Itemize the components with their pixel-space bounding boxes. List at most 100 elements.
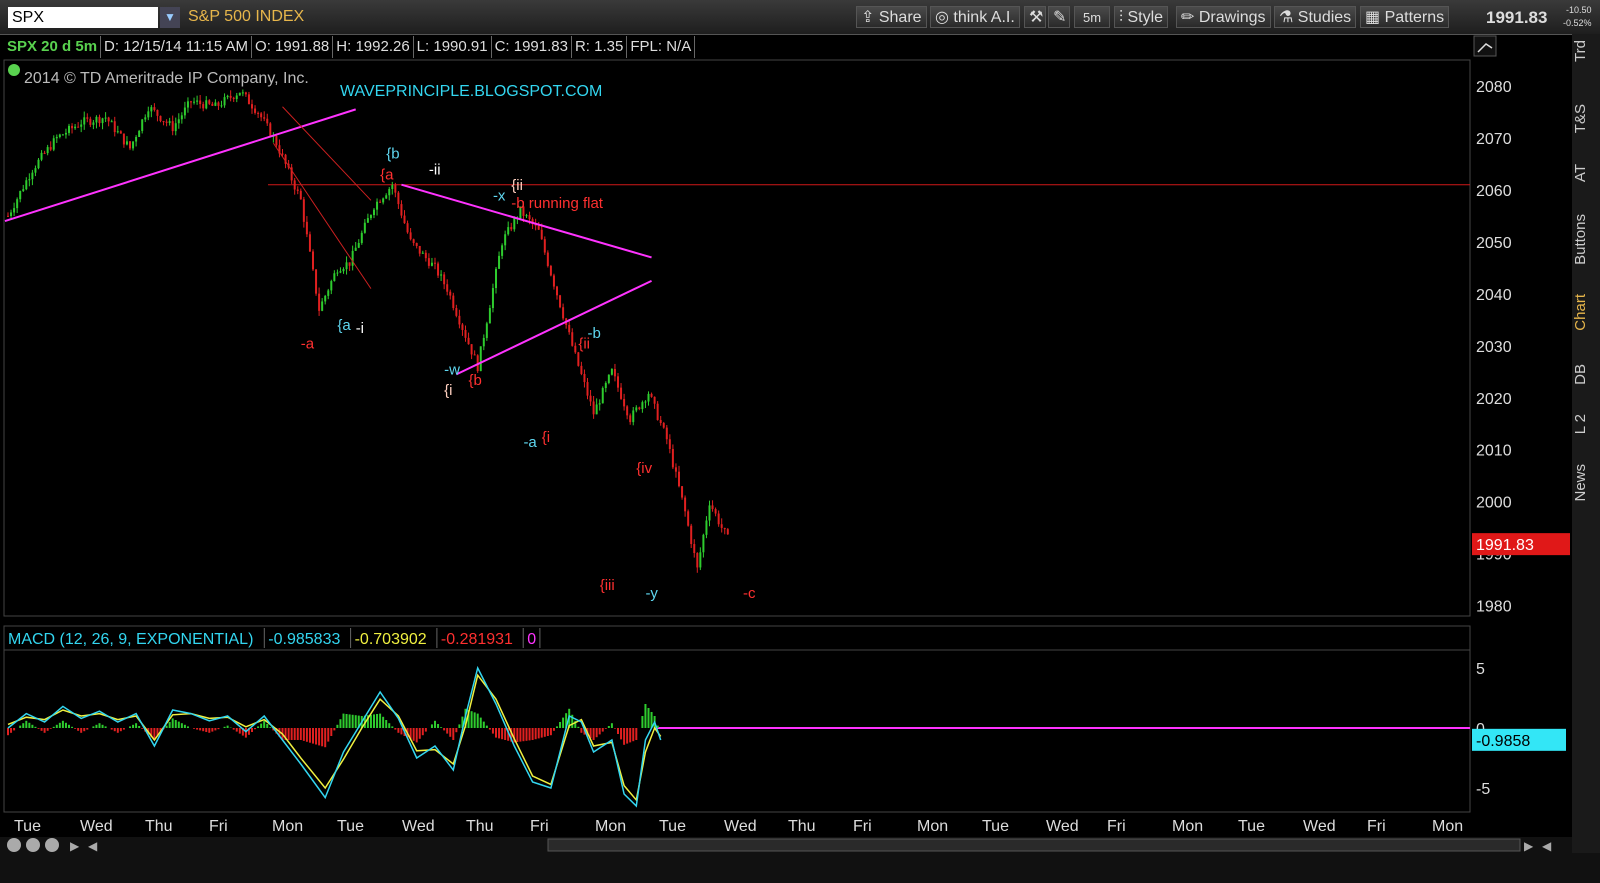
chart-canvas[interactable]: 2014 © TD Ameritrade IP Company, Inc. WAV… [0, 0, 1600, 883]
candle-body [589, 395, 592, 402]
candle-body [7, 215, 9, 217]
candle-body [495, 268, 497, 289]
candle-body [653, 396, 656, 404]
macd-header-item: -0.703902 [355, 631, 427, 648]
candle-body [717, 513, 720, 525]
candle-body [418, 245, 421, 254]
candle-body [485, 323, 488, 338]
play-icon: ▶ [70, 839, 80, 853]
candle-body [446, 284, 449, 292]
x-axis-label: Mon [272, 818, 303, 835]
candle-body [55, 136, 58, 139]
candle-body [58, 134, 61, 137]
candle-body [232, 97, 235, 99]
candle-body [165, 121, 168, 123]
candle-body [507, 227, 510, 235]
candle-body [656, 403, 659, 420]
candle-body [211, 103, 214, 106]
candle-body [37, 159, 40, 169]
zoom-out-icon[interactable] [7, 838, 21, 852]
candle-body [95, 116, 98, 123]
candle-body [138, 130, 141, 138]
candle-body [251, 104, 253, 109]
candle-body [144, 117, 147, 120]
candle-body [659, 419, 662, 423]
scroll-thumb[interactable] [547, 838, 1521, 852]
macd-header-item: MACD (12, 26, 9, EXPONENTIAL) [8, 631, 253, 648]
candle-body [147, 111, 150, 118]
wave-label: {a [380, 167, 394, 184]
x-axis-label: Mon [595, 818, 626, 835]
candle-body [604, 382, 607, 389]
candle-body [723, 527, 726, 530]
side-tab-t-s[interactable]: T&S [1572, 104, 1600, 133]
candle-body [714, 509, 717, 514]
candle-body [617, 376, 619, 388]
candle-body [34, 168, 37, 173]
watermark-text: WAVEPRINCIPLE.BLOGSPOT.COM [340, 83, 602, 100]
x-axis-label: Mon [917, 818, 948, 835]
side-tab-buttons[interactable]: Buttons [1572, 214, 1600, 265]
candle-body [696, 552, 699, 568]
candle-body [31, 172, 34, 180]
candle-body [235, 95, 238, 99]
candle-body [510, 227, 513, 230]
wave-label: {i [444, 382, 452, 399]
candle-body [238, 92, 241, 96]
price-y-tick: 2030 [1476, 339, 1512, 356]
candle-body [333, 273, 336, 282]
side-tab-db[interactable]: DB [1572, 364, 1600, 385]
side-tabs: Trd T&S AT Buttons Chart DB L 2 News [1572, 34, 1600, 854]
side-tab-at[interactable]: AT [1572, 164, 1600, 182]
x-axis-label: Thu [788, 818, 816, 835]
candle-body [684, 497, 687, 512]
candle-body [528, 215, 531, 220]
candle-body [305, 221, 308, 235]
candle-body [315, 269, 318, 294]
side-tab-chart[interactable]: Chart [1572, 294, 1600, 331]
macd-header-item: -0.985833 [268, 631, 340, 648]
side-tab-l-2[interactable]: L 2 [1572, 414, 1600, 434]
candle-body [162, 121, 165, 123]
candle-body [455, 308, 458, 316]
candle-body [150, 107, 153, 112]
zoom-in-icon[interactable] [26, 838, 40, 852]
candle-body [351, 250, 354, 266]
candle-body [415, 242, 418, 246]
candle-body [571, 332, 574, 346]
candle-body [592, 401, 595, 415]
bottom-scrollbar[interactable] [0, 853, 1600, 883]
candle-body [702, 534, 705, 553]
candle-body [440, 274, 443, 276]
candle-body [601, 388, 604, 404]
candle-body [434, 262, 436, 264]
candle-body [354, 247, 357, 251]
candle-body [141, 119, 144, 131]
candle-body [391, 185, 394, 189]
candle-body [196, 100, 199, 102]
candle-body [171, 121, 174, 132]
candle-body [174, 123, 177, 132]
candle-body [678, 471, 680, 487]
candle-body [122, 133, 125, 145]
side-tab-news[interactable]: News [1572, 464, 1600, 502]
price-y-tick: 2070 [1476, 131, 1512, 148]
candle-body [10, 212, 13, 216]
candle-body [369, 215, 372, 219]
candle-body [208, 100, 211, 104]
candle-body [467, 337, 470, 345]
scroll-right-icon: ▶ [1524, 839, 1534, 853]
candle-body [74, 126, 77, 129]
candle-body [635, 407, 638, 411]
x-axis-label: Tue [659, 818, 686, 835]
macd-panel [3, 649, 1471, 813]
candle-body [644, 401, 647, 403]
candle-body [482, 337, 485, 347]
side-tab-trd[interactable]: Trd [1572, 40, 1600, 62]
wave-label: {ii [511, 177, 523, 194]
search-icon[interactable] [45, 838, 59, 852]
candle-body [708, 505, 711, 521]
candle-body [409, 232, 412, 240]
candle-body [598, 403, 601, 405]
candle-body [71, 125, 74, 129]
